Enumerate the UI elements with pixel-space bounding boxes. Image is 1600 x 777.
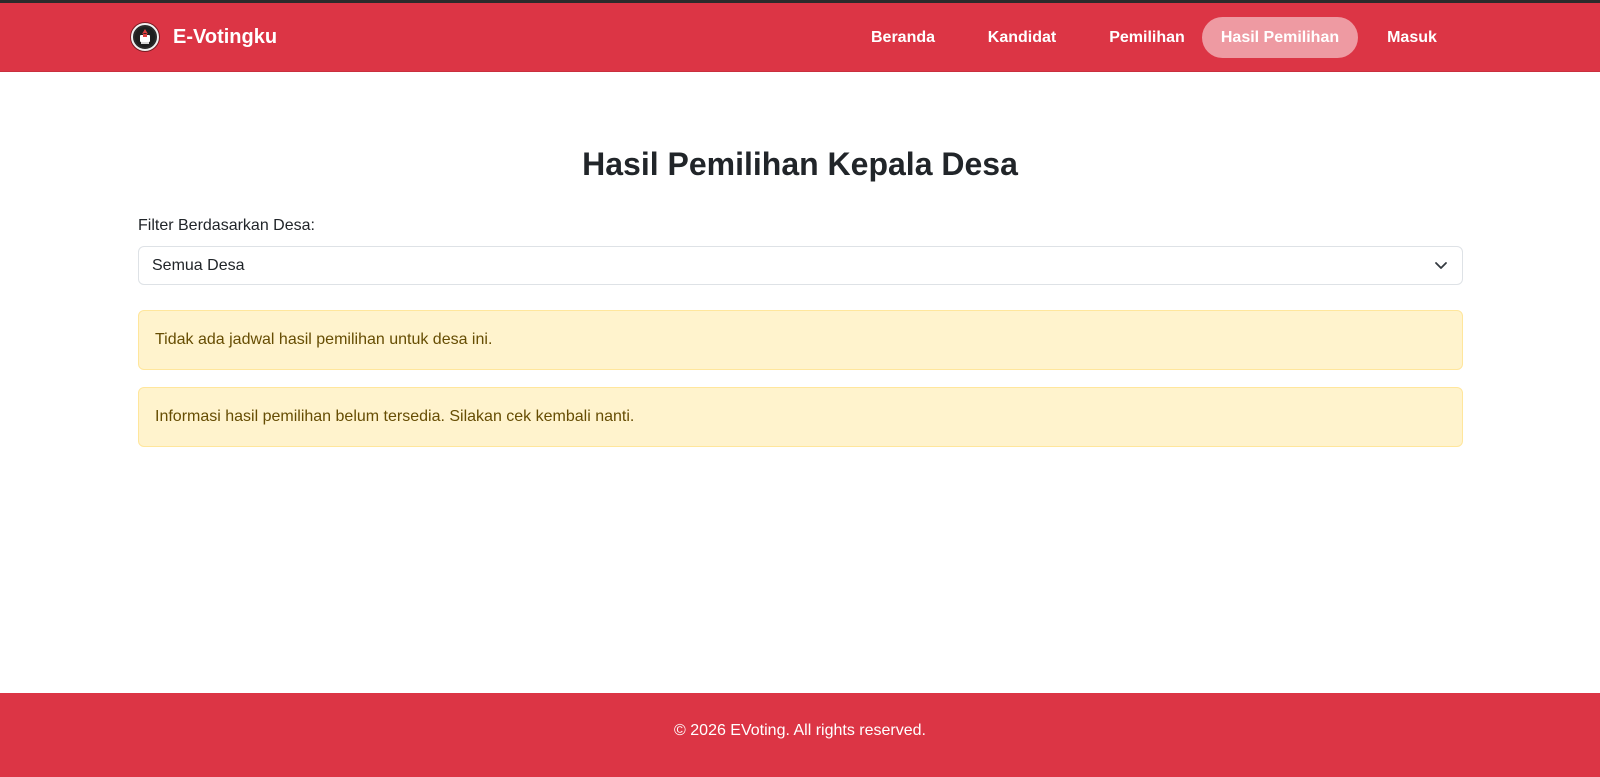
footer-copyright: © 2026 EVoting. All rights reserved. — [674, 722, 926, 739]
nav-item-pemilihan[interactable]: Pemilihan — [1093, 17, 1201, 58]
nav-item-masuk[interactable]: Masuk — [1370, 17, 1454, 58]
alert-text: Tidak ada jadwal hasil pemilihan untuk d… — [155, 331, 493, 348]
footer: © 2026 EVoting. All rights reserved. — [0, 693, 1600, 777]
nav-item-beranda[interactable]: Beranda — [857, 17, 949, 58]
party-emblem-icon — [131, 23, 159, 51]
village-filter-select[interactable]: Semua Desa — [138, 246, 1463, 285]
chevron-down-icon — [1435, 262, 1447, 269]
alert-no-schedule: Tidak ada jadwal hasil pemilihan untuk d… — [138, 310, 1463, 370]
navbar: E-Votingku Beranda Kandidat Pemilihan Ha… — [0, 3, 1600, 72]
filter-label: Filter Berdasarkan Desa: — [138, 217, 315, 234]
nav-item-kandidat[interactable]: Kandidat — [971, 17, 1073, 58]
brand[interactable]: E-Votingku — [131, 20, 277, 54]
village-filter-value: Semua Desa — [152, 257, 245, 274]
alert-text: Informasi hasil pemilihan belum tersedia… — [155, 408, 635, 425]
page-title: Hasil Pemilihan Kepala Desa — [582, 146, 1018, 182]
brand-name: E-Votingku — [173, 25, 278, 48]
alert-results-unavailable: Informasi hasil pemilihan belum tersedia… — [138, 387, 1463, 447]
nav-item-hasil-pemilihan[interactable]: Hasil Pemilihan — [1202, 17, 1358, 58]
